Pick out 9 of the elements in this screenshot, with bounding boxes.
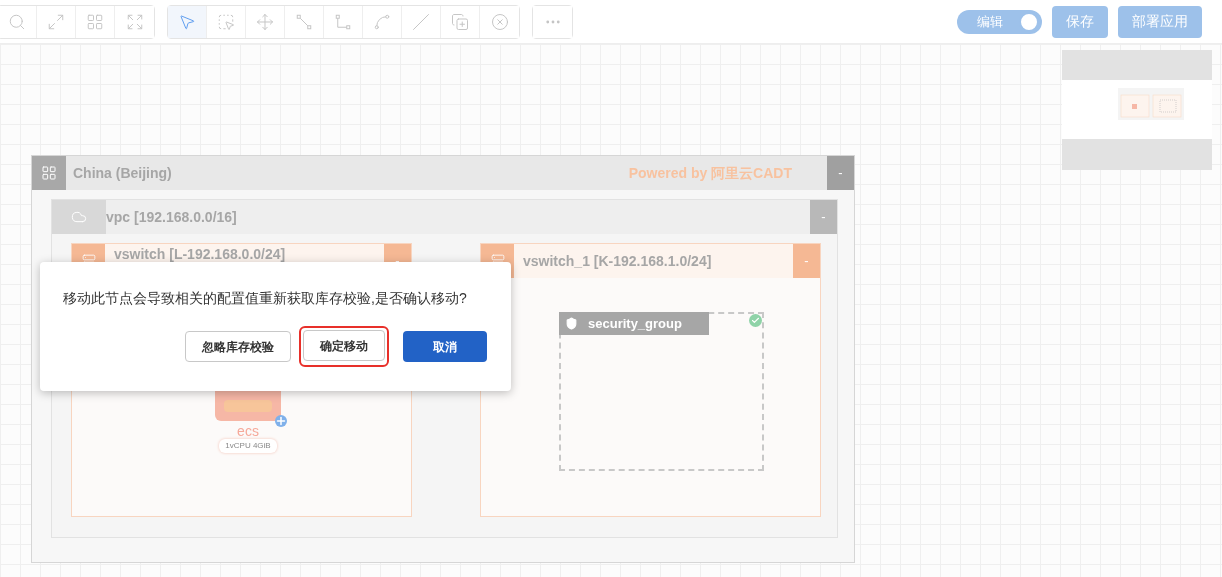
region-title: China (Beijing) [73,163,172,183]
dialog-message: 移动此节点会导致相关的配置值重新获取库存校验,是否确认移动? [63,289,468,308]
vswitch-title: vswitch [L-192.168.0.0/24] [114,246,286,262]
vpc-title: vpc [192.168.0.0/16] [106,207,237,227]
node-label: ecs [237,423,259,439]
spec-tag: 1vCPU 4GiB [219,439,277,453]
powered-by-text: Powered by 阿里云CADT [628,163,792,183]
vswitch-title: vswitch_1 [K-192.168.1.0/24] [523,251,712,271]
security-group-title: security_group [588,314,682,333]
